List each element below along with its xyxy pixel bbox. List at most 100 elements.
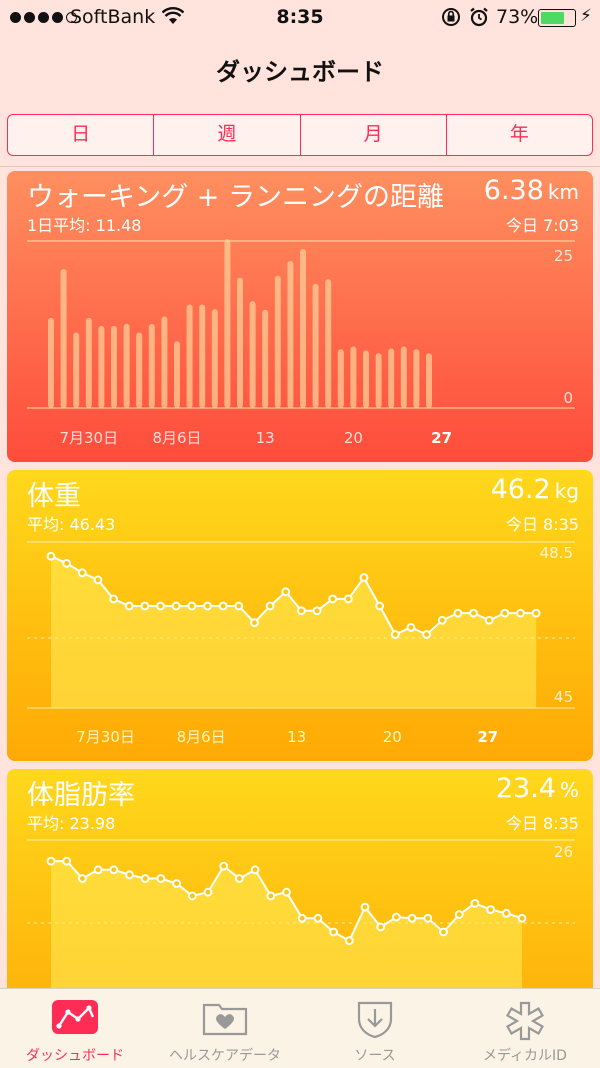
chart-point: [78, 874, 87, 883]
chart-point: [265, 601, 275, 611]
segment-day[interactable]: 日: [8, 115, 155, 155]
chart-point: [407, 913, 417, 923]
chart-point: [250, 865, 260, 875]
chart-bar: [60, 269, 67, 408]
chart-point: [486, 905, 496, 915]
chart-point: [437, 615, 447, 625]
tab-health-data[interactable]: ヘルスケアデータ: [150, 989, 300, 1068]
alarm-icon: [468, 6, 490, 33]
chart-point: [156, 601, 165, 611]
chart-point: [156, 874, 166, 883]
chart-point: [203, 601, 212, 611]
y-tick-label: 45: [554, 688, 573, 706]
tab-dashboard-label: ダッシュボード: [26, 1048, 124, 1064]
medical-id-icon: [503, 999, 547, 1047]
chart-point: [423, 913, 433, 923]
chart-point: [203, 887, 213, 897]
chart-point: [125, 870, 134, 880]
chart-point: [297, 913, 307, 923]
chart-point: [453, 608, 463, 618]
chart-bar: [388, 348, 395, 408]
chart-bar: [136, 332, 143, 408]
chart-point: [359, 573, 369, 582]
chart-bar: [73, 332, 80, 408]
chart-point: [46, 856, 56, 866]
chart-bar: [85, 317, 92, 408]
chart-bar: [400, 346, 407, 408]
chart-point: [328, 594, 338, 604]
chart-bar: [174, 341, 180, 408]
chart-point: [454, 910, 464, 919]
chart-point: [392, 912, 401, 922]
chart-point: [422, 630, 432, 639]
chart-point: [501, 908, 511, 918]
charging-bolt-icon: ⚡: [580, 6, 592, 26]
distance-bar-chart: 25 0 7月30日 8月6日 13 20 27: [27, 238, 575, 447]
chart-point: [470, 898, 480, 908]
chart-point: [531, 608, 541, 618]
chart-area-fill: [51, 861, 522, 999]
header-divider: [0, 166, 600, 167]
chart-point: [313, 913, 323, 923]
x-tick-label: 20: [383, 728, 402, 746]
weight-line-chart: 48.5 45 7月30日 8月6日 13 20 27: [27, 541, 575, 746]
x-tick-label: 13: [287, 728, 306, 746]
page-title: ダッシュボード: [216, 58, 384, 86]
chart-bar: [426, 353, 432, 408]
health-data-folder-icon: [201, 999, 249, 1041]
battery-icon: [538, 9, 576, 27]
chart-point: [343, 594, 353, 604]
chart-point: [234, 601, 244, 611]
chart-point: [187, 891, 197, 901]
chart-point: [484, 615, 494, 625]
chart-point: [281, 587, 291, 597]
battery-percentage: 73%: [496, 6, 539, 28]
status-bar: SoftBank 8:35 73% ⚡: [0, 0, 600, 36]
chart-bar: [148, 323, 155, 408]
segment-week[interactable]: 週: [154, 115, 301, 155]
sources-download-icon: [353, 999, 397, 1043]
chart-point: [140, 874, 150, 883]
chart-point: [297, 606, 306, 616]
chart-point: [406, 622, 416, 632]
tab-health-data-label: ヘルスケアデータ: [169, 1048, 281, 1064]
chart-point: [46, 551, 56, 561]
segment-year[interactable]: 年: [447, 115, 592, 155]
chart-bar: [363, 350, 369, 408]
chart-point: [516, 608, 525, 618]
dashboard-icon: [51, 999, 99, 1039]
y-tick-label: 48.5: [540, 544, 573, 562]
bodyfat-card[interactable]: 体脂肪率 23.4% 平均: 23.98 今日 8:35 26: [7, 769, 593, 999]
chart-bar: [350, 346, 357, 408]
tab-dashboard[interactable]: ダッシュボード: [0, 989, 150, 1068]
chart-point: [124, 601, 134, 611]
chart-bar: [111, 325, 117, 408]
y-tick-label: 25: [554, 247, 573, 265]
chart-point: [376, 922, 386, 932]
chart-bar: [300, 249, 306, 408]
chart-bar: [224, 238, 231, 408]
tab-sources[interactable]: ソース: [300, 989, 450, 1068]
distance-card[interactable]: ウォーキング + ランニングの距離 6.38 km 1日平均: 11.48 今日 …: [7, 171, 593, 462]
period-segmented-control[interactable]: 日 週 月 年: [7, 114, 593, 156]
chart-bar: [312, 283, 319, 408]
x-tick-label: 7月30日: [76, 728, 135, 746]
weight-card[interactable]: 体重 46.2 kg 平均: 46.43 今日 8:35 48.5 45 7月30日 8…: [7, 470, 593, 761]
chart-point: [329, 927, 339, 937]
chart-point: [439, 927, 448, 937]
tab-sources-label: ソース: [354, 1048, 396, 1064]
chart-point: [344, 936, 354, 946]
chart-bar: [249, 301, 256, 408]
chart-point: [469, 608, 478, 618]
chart-point: [250, 618, 259, 628]
chart-point: [390, 630, 400, 639]
chart-point: [109, 865, 119, 875]
chart-bar: [262, 309, 269, 408]
chart-point: [62, 856, 72, 866]
segment-month[interactable]: 月: [301, 115, 447, 155]
chart-point: [360, 902, 370, 912]
chart-bar: [199, 304, 206, 408]
chart-bar: [413, 349, 420, 408]
tab-medical-id[interactable]: メディカルID: [450, 989, 600, 1068]
chart-point: [93, 865, 103, 875]
